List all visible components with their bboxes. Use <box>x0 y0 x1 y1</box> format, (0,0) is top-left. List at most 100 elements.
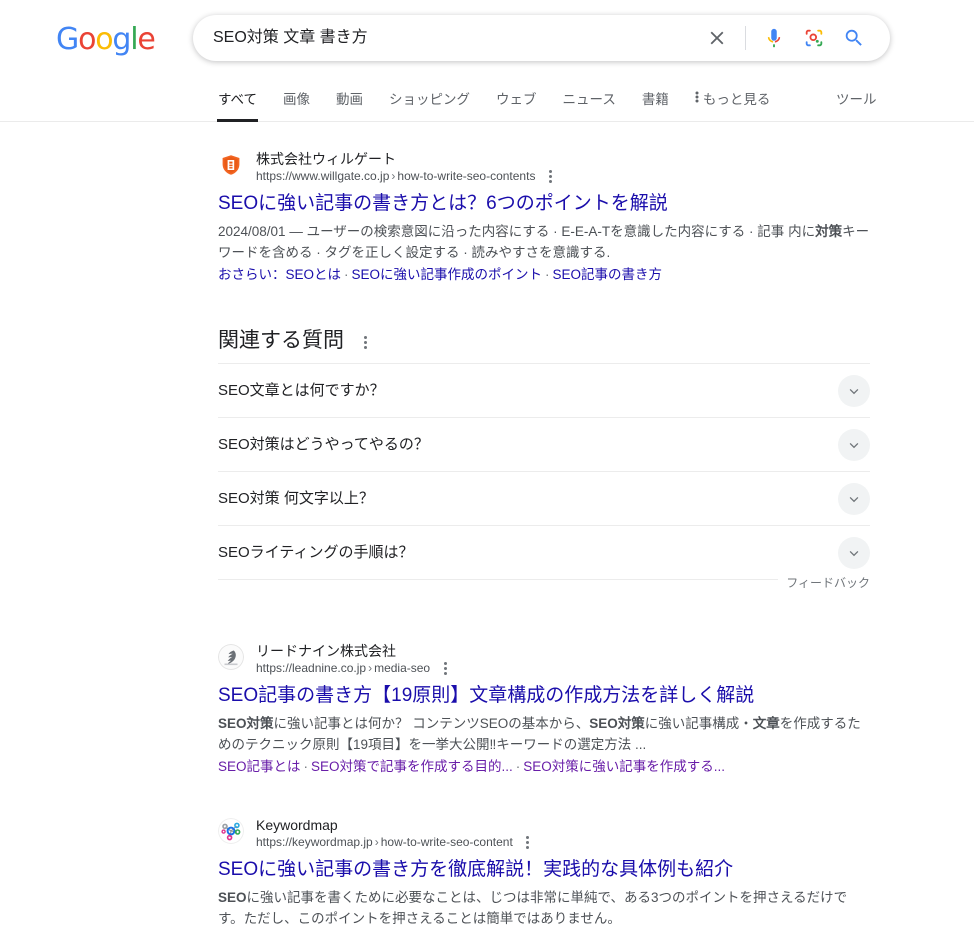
paa-item-4[interactable]: SEOライティングの手順は？ <box>218 526 870 580</box>
tab-videos-label: 動画 <box>336 92 364 107</box>
chevron-down-icon[interactable] <box>838 374 870 407</box>
keywordmap-network-icon <box>218 818 244 844</box>
logo-letter-o2: o <box>95 22 113 57</box>
search-box-actions <box>697 25 874 51</box>
site-meta: Keywordmap https://keywordmap.jp › how-to-… <box>256 816 535 850</box>
paa-options-icon[interactable] <box>358 335 372 351</box>
search-box-divider <box>745 26 746 50</box>
sitelink-1[interactable]: おさらい：SEOとは <box>218 267 341 282</box>
tab-images-label: 画像 <box>283 92 311 107</box>
url-path: how-to-write-seo-contents <box>397 169 536 183</box>
site-meta: リードナイン株式会社 https://leadnine.co.jp › media-… <box>256 642 452 676</box>
chevron-down-icon[interactable] <box>838 536 870 569</box>
tab-images[interactable]: 画像 <box>283 82 310 118</box>
chevron-down-icon[interactable] <box>838 428 870 461</box>
sitelink-2[interactable]: SEO対策で記事を作成する目的... <box>311 759 513 774</box>
tab-all[interactable]: すべて <box>216 82 259 122</box>
sitelink-separator: · <box>344 267 349 282</box>
tab-more-label: もっと見る <box>702 92 771 107</box>
sitelink-separator: · <box>545 267 550 282</box>
result-title-link[interactable]: SEOに強い記事の書き方とは？6つのポイントを解説 <box>218 191 870 217</box>
url-row: https://leadnine.co.jp › media-seo <box>256 660 452 676</box>
snippet-line-2-bold: 対策 <box>815 224 843 239</box>
url-separator: › <box>368 661 373 675</box>
result-options-icon[interactable] <box>543 168 557 184</box>
sitelink-1[interactable]: SEO記事とは <box>218 759 301 774</box>
paa-question-label: SEOライティングの手順は？ <box>218 543 414 561</box>
result-snippet: SEOに強い記事を書くために必要なことは、じつは非常に単純で、ある3つのポイント… <box>218 887 870 929</box>
url-domain: https://keywordmap.jp <box>256 835 373 849</box>
url-domain: https://leadnine.co.jp <box>256 661 367 675</box>
search-result-1: 株式会社ウィルゲート https://www.willgate.co.jp › ho… <box>218 150 870 285</box>
result-title-link[interactable]: SEOに強い記事の書き方を徹底解説！実践的な具体例も紹介 <box>218 857 870 883</box>
tab-videos[interactable]: 動画 <box>336 82 363 118</box>
result-snippet: SEO対策に強い記事とは何か？ コンテンツSEOの基本から、SEO対策に強い記事… <box>218 713 870 755</box>
paa-question-label: SEO対策 何文字以上？ <box>218 489 374 507</box>
snippet-bold-3: 文章 <box>752 716 780 731</box>
result-url[interactable]: https://leadnine.co.jp › media-seo <box>256 660 430 676</box>
search-input[interactable] <box>213 23 697 53</box>
result-options-icon[interactable] <box>438 660 452 676</box>
result-options-icon[interactable] <box>521 834 535 850</box>
logo-letter-g1: G <box>56 22 79 57</box>
people-also-ask: 関連する質問 SEO文章とは何ですか？ SEO対策はどうやってやるの？ SEO対… <box>218 327 870 600</box>
result-url[interactable]: https://www.willgate.co.jp › how-to-write-… <box>256 168 535 184</box>
url-domain: https://www.willgate.co.jp <box>256 169 390 183</box>
paa-heading-label: 関連する質問 <box>218 329 344 352</box>
logo-letter-o1: o <box>78 22 96 57</box>
more-options-icon <box>695 82 699 118</box>
result-sitelinks: おさらい：SEOとは · SEOに強い記事作成のポイント · SEO記事の書き方 <box>218 264 870 285</box>
tab-news-label: ニュース <box>562 92 616 107</box>
tab-books-label: 書籍 <box>641 92 669 107</box>
snippet-bold-1: SEO対策 <box>218 716 274 731</box>
chevron-down-icon[interactable] <box>838 482 870 515</box>
url-row: https://keywordmap.jp › how-to-write-seo-c… <box>256 834 535 850</box>
search-header: Google SEO対策 文章 書き方 すべて 画像 動画 ショッピング ウェブ… <box>0 0 974 122</box>
logo-letter-g2: g <box>112 22 131 57</box>
paa-item-1[interactable]: SEO文章とは何ですか？ <box>218 364 870 418</box>
paa-question-label: SEO文章とは何ですか？ <box>218 381 385 399</box>
feedback-link[interactable]: フィードバック <box>778 574 870 591</box>
search-box[interactable] <box>193 15 890 61</box>
tab-shopping-label: ショッピング <box>389 92 471 107</box>
tools-button[interactable]: ツール <box>836 82 877 118</box>
paa-item-2[interactable]: SEO対策はどうやってやるの？ <box>218 418 870 472</box>
google-logo[interactable]: Google <box>56 22 156 57</box>
sitelink-3[interactable]: SEO記事の書き方 <box>553 267 663 282</box>
willgate-shield-icon <box>218 152 244 178</box>
microphone-icon[interactable] <box>761 25 787 51</box>
site-meta: 株式会社ウィルゲート https://www.willgate.co.jp › ho… <box>256 150 557 184</box>
google-lens-icon[interactable] <box>801 25 827 51</box>
sitelink-2[interactable]: SEOに強い記事作成のポイント <box>352 267 543 282</box>
paa-question-label: SEO対策はどうやってやるの？ <box>218 435 429 453</box>
sitelink-3[interactable]: SEO対策に強い記事を作成する... <box>523 759 725 774</box>
url-row: https://www.willgate.co.jp › how-to-write-… <box>256 168 557 184</box>
sitelink-separator: · <box>303 759 309 774</box>
paa-heading: 関連する質問 <box>218 327 870 363</box>
snippet-mid: に強い記事とは何か？ コンテンツSEOの基本から、 <box>273 716 590 731</box>
tab-news[interactable]: ニュース <box>563 82 616 118</box>
paa-list: SEO文章とは何ですか？ SEO対策はどうやってやるの？ SEO対策 何文字以上… <box>218 363 870 580</box>
tab-books[interactable]: 書籍 <box>642 82 669 118</box>
sitelink-separator: · <box>515 759 521 774</box>
paa-item-3[interactable]: SEO対策 何文字以上？ <box>218 472 870 526</box>
result-title-link[interactable]: SEO記事の書き方【19原則】文章構成の作成方法を詳しく解説 <box>218 683 870 709</box>
result-snippet: 2024/08/01 — ユーザーの検索意図に沿った内容にする · E-E-A-… <box>218 221 870 263</box>
result-header: Keywordmap https://keywordmap.jp › how-to-… <box>218 816 870 850</box>
search-nav: すべて 画像 動画 ショッピング ウェブ ニュース 書籍 もっと見る ツール <box>0 82 974 122</box>
site-name: リードナイン株式会社 <box>256 643 396 659</box>
search-tabs: すべて 画像 動画 ショッピング ウェブ ニュース 書籍 もっと見る <box>216 82 796 122</box>
tab-shopping[interactable]: ショッピング <box>389 82 470 118</box>
logo-letter-e: e <box>137 22 155 57</box>
tab-web[interactable]: ウェブ <box>496 82 537 118</box>
result-header: 株式会社ウィルゲート https://www.willgate.co.jp › ho… <box>218 150 870 184</box>
result-url[interactable]: https://keywordmap.jp › how-to-write-seo-c… <box>256 834 513 850</box>
paa-footer: フィードバック <box>218 574 870 600</box>
snippet-end: に強い記事構成・ <box>644 716 753 731</box>
search-result-3: Keywordmap https://keywordmap.jp › how-to-… <box>218 816 870 929</box>
leadnine-leaf-icon <box>218 644 244 670</box>
close-icon[interactable] <box>704 25 730 51</box>
tab-more[interactable]: もっと見る <box>695 82 771 118</box>
search-icon[interactable] <box>841 25 867 51</box>
search-result-2: リードナイン株式会社 https://leadnine.co.jp › media-… <box>218 642 870 777</box>
